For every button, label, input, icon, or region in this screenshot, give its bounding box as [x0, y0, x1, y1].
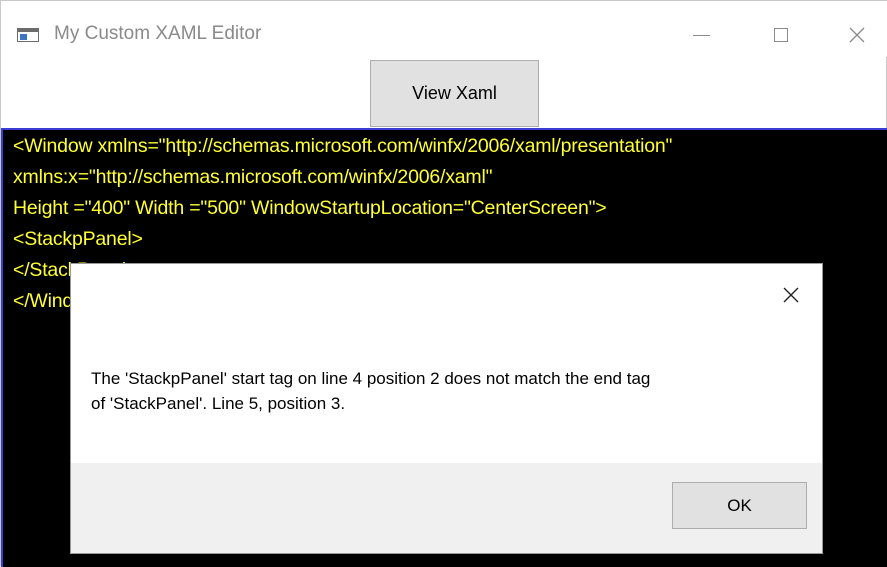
view-xaml-button[interactable]: View Xaml — [370, 60, 539, 127]
close-button[interactable] — [834, 15, 880, 55]
code-line: <Window xmlns="http://schemas.microsoft.… — [13, 135, 673, 157]
maximize-button[interactable] — [758, 15, 804, 55]
main-window: My Custom XAML Editor View Xaml <Window … — [0, 0, 887, 567]
error-dialog: The 'StackpPanel' start tag on line 4 po… — [71, 264, 822, 553]
ok-button[interactable]: OK — [672, 482, 807, 529]
dialog-footer: OK — [71, 463, 822, 553]
minimize-button[interactable] — [678, 15, 724, 55]
code-line: xmlns:x="http://schemas.microsoft.com/wi… — [13, 166, 493, 188]
app-window-icon — [17, 28, 39, 42]
code-line: Height ="400" Width ="500" WindowStartup… — [13, 197, 607, 219]
dialog-close-button[interactable] — [768, 272, 814, 318]
close-icon — [849, 27, 865, 43]
minimize-icon — [692, 34, 710, 36]
title-bar[interactable]: My Custom XAML Editor — [1, 1, 887, 57]
error-message: The 'StackpPanel' start tag on line 4 po… — [91, 366, 791, 416]
error-message-line: of 'StackPanel'. Line 5, position 3. — [91, 394, 346, 413]
code-line: <StackpPanel> — [13, 228, 143, 250]
error-message-line: The 'StackpPanel' start tag on line 4 po… — [91, 369, 651, 388]
close-icon — [783, 287, 799, 303]
window-title: My Custom XAML Editor — [54, 23, 262, 44]
maximize-icon — [774, 28, 788, 42]
